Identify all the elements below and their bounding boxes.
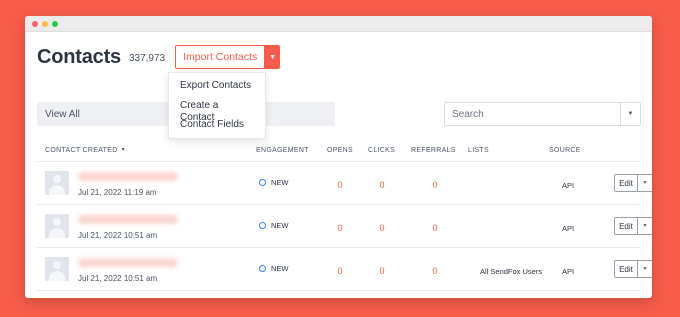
- engagement-status: NEW: [259, 178, 289, 187]
- caret-down-icon: ▼: [642, 223, 648, 229]
- engagement-status: NEW: [259, 221, 289, 230]
- table-row[interactable]: Jul 21, 2022 11:19 am NEW 0 0 0 API Edit…: [37, 162, 652, 205]
- avatar: [45, 257, 69, 281]
- clicks-count: 0: [379, 223, 385, 233]
- column-contact-created[interactable]: CONTACT CREATED ▼: [45, 147, 126, 154]
- contact-name-redacted[interactable]: [78, 215, 178, 224]
- menu-item-export-contacts[interactable]: Export Contacts: [169, 76, 265, 96]
- edit-group: Edit ▼: [614, 260, 652, 278]
- contact-source: API: [562, 224, 575, 233]
- caret-down-icon: ▼: [269, 53, 277, 61]
- edit-group: Edit ▼: [614, 174, 652, 192]
- search-options-button[interactable]: ▼: [620, 103, 640, 125]
- caret-down-icon: ▼: [642, 180, 648, 186]
- app-window: Contacts 337,973 Import Contacts ▼ Expor…: [25, 16, 652, 298]
- contact-count: 337,973: [128, 53, 166, 64]
- edit-options-button[interactable]: ▼: [638, 260, 652, 278]
- column-source: SOURCE: [549, 147, 581, 154]
- contact-source: API: [562, 267, 575, 276]
- opens-count: 0: [337, 180, 343, 190]
- table-row[interactable]: Jul 21, 2022 10:51 am NEW 0 0 0 API Edit…: [37, 205, 652, 248]
- clicks-count: 0: [379, 180, 385, 190]
- avatar: [45, 171, 69, 195]
- contact-created-date: Jul 21, 2022 11:19 am: [78, 188, 157, 197]
- referrals-count: 0: [432, 180, 438, 190]
- import-options-button[interactable]: ▼: [265, 45, 281, 69]
- opens-count: 0: [337, 266, 343, 276]
- edit-button[interactable]: Edit: [614, 174, 638, 192]
- page-title: Contacts: [37, 45, 121, 68]
- avatar: [45, 214, 69, 238]
- column-referrals[interactable]: REFERRALS: [411, 147, 456, 154]
- sort-desc-icon: ▼: [120, 147, 126, 153]
- opens-count: 0: [337, 223, 343, 233]
- search-input[interactable]: [445, 103, 620, 125]
- import-dropdown-menu: Export Contacts Create a Contact Contact…: [168, 72, 266, 139]
- view-filter-label: View All: [45, 108, 80, 120]
- page-header: Contacts 337,973 Import Contacts ▼: [37, 45, 281, 69]
- edit-button[interactable]: Edit: [614, 260, 638, 278]
- contact-created-date: Jul 21, 2022 10:51 am: [78, 231, 158, 240]
- minimize-window-button[interactable]: [42, 20, 48, 27]
- column-engagement[interactable]: ENGAGEMENT: [256, 147, 309, 154]
- import-contacts-button[interactable]: Import Contacts: [175, 45, 266, 69]
- edit-options-button[interactable]: ▼: [638, 174, 652, 192]
- close-window-button[interactable]: [32, 20, 38, 27]
- engagement-ring-icon: [259, 265, 266, 272]
- column-lists: LISTS: [468, 147, 489, 154]
- maximize-window-button[interactable]: [52, 20, 58, 27]
- search-box: ▼: [444, 102, 641, 126]
- clicks-count: 0: [379, 266, 385, 276]
- window-titlebar: [25, 16, 652, 32]
- edit-button[interactable]: Edit: [614, 217, 638, 235]
- edit-group: Edit ▼: [614, 217, 652, 235]
- caret-down-icon: ▼: [642, 266, 648, 272]
- column-clicks[interactable]: CLICKS: [368, 147, 395, 154]
- contact-name-redacted[interactable]: [78, 258, 178, 267]
- engagement-ring-icon: [259, 222, 266, 229]
- engagement-status: NEW: [259, 264, 289, 273]
- import-contacts-group: Import Contacts ▼: [175, 45, 281, 69]
- contact-source: API: [562, 181, 575, 190]
- caret-down-icon: ▼: [627, 111, 634, 117]
- contacts-table: CONTACT CREATED ▼ ENGAGEMENT OPENS CLICKS…: [37, 140, 652, 291]
- column-opens[interactable]: OPENS: [327, 147, 353, 154]
- contact-created-date: Jul 21, 2022 10:51 am: [78, 274, 158, 283]
- referrals-count: 0: [432, 223, 438, 233]
- contact-name-redacted[interactable]: [78, 172, 178, 181]
- edit-options-button[interactable]: ▼: [638, 217, 652, 235]
- contact-lists: All SendFox Users: [480, 267, 543, 276]
- table-header: CONTACT CREATED ▼ ENGAGEMENT OPENS CLICKS…: [37, 140, 641, 162]
- engagement-ring-icon: [259, 179, 266, 186]
- referrals-count: 0: [432, 266, 438, 276]
- table-row[interactable]: Jul 21, 2022 10:51 am NEW 0 0 0 All Send…: [37, 248, 652, 291]
- menu-item-create-contact[interactable]: Create a Contact: [169, 96, 265, 123]
